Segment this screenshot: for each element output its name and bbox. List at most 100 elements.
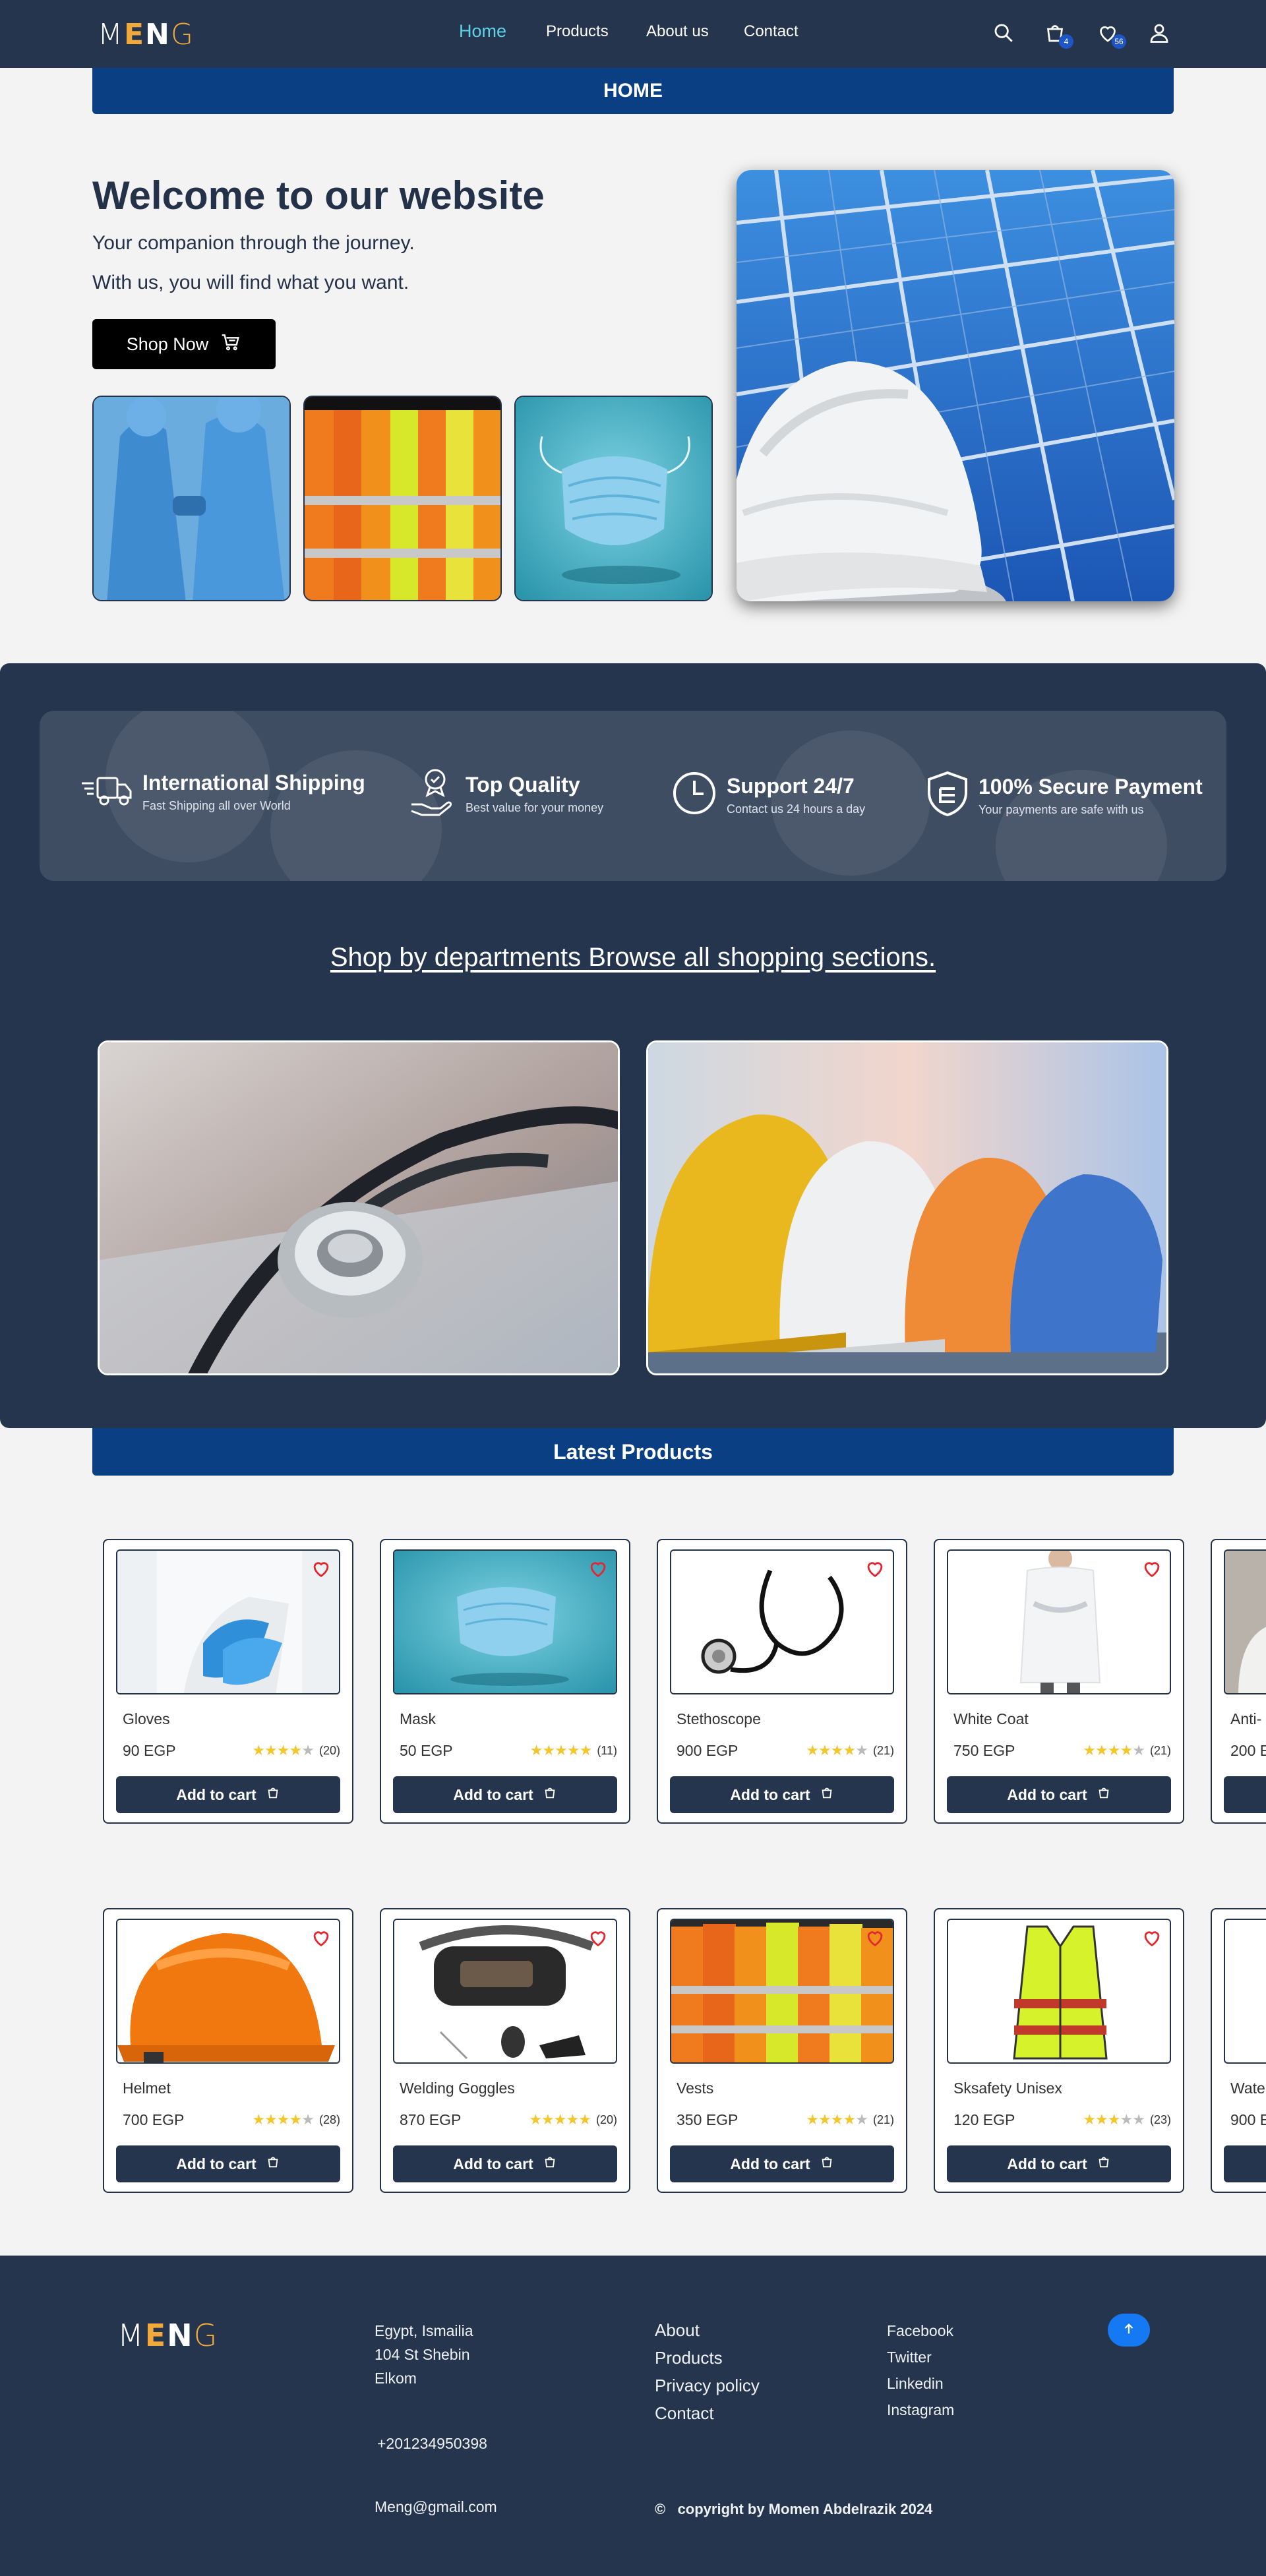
add-to-cart-button[interactable]: Add to cart — [393, 2145, 617, 2182]
add-to-cart-button[interactable]: Add to cart — [947, 1776, 1171, 1813]
product-card-sksafety-unisex[interactable]: Sksafety Unisex 120 EGP ★★★★★ (23) Add to… — [934, 1908, 1184, 2193]
wishlist-heart-icon[interactable] — [587, 1557, 609, 1580]
product-card-stethoscope[interactable]: Stethoscope 900 EGP ★★★★★ (21) Add to car… — [657, 1539, 907, 1824]
product-photo — [1224, 1549, 1266, 1694]
wishlist-heart-icon[interactable] — [310, 1557, 332, 1580]
product-card-mask[interactable]: Mask 50 EGP ★★★★★ (11) Add to cart — [380, 1539, 630, 1824]
product-name: Wate — [1230, 2080, 1265, 2097]
social-link-twitter[interactable]: Twitter — [887, 2344, 954, 2370]
star-icon: ★ — [1095, 2111, 1108, 2128]
product-name: Gloves — [123, 1710, 170, 1727]
add-to-cart-button[interactable]: Add to cart — [670, 1776, 894, 1813]
product-price: 870 EGP — [400, 2111, 462, 2128]
shop-now-button[interactable]: Shop Now — [92, 319, 276, 369]
product-rating: ★★★★★ (23) — [1083, 2111, 1171, 2128]
mask-photo — [393, 1549, 617, 1694]
social-link-instagram[interactable]: Instagram — [887, 2397, 954, 2423]
site-logo[interactable]: M E N G — [98, 18, 195, 51]
feature-title: Support 24/7 — [727, 773, 855, 798]
product-name: Vests — [677, 2080, 714, 2097]
star-icon: ★ — [276, 1742, 290, 1758]
nav-link-about[interactable]: About us — [646, 22, 709, 41]
face-mask-photo — [514, 396, 713, 601]
product-card-vests[interactable]: Vests 350 EGP ★★★★★ (21) Add to cart — [657, 1908, 907, 2193]
shield-icon — [926, 770, 969, 821]
features-departments-section: International Shipping Fast Shipping all… — [0, 663, 1266, 1428]
star-icon: ★ — [1107, 2111, 1121, 2128]
nav-link-contact[interactable]: Contact — [744, 22, 799, 41]
wishlist-heart-icon[interactable] — [1141, 1927, 1163, 1949]
add-to-cart-button[interactable]: Add to cart — [116, 1776, 340, 1813]
vests-photo — [670, 1919, 894, 2064]
feature-title: International Shipping — [142, 770, 365, 794]
product-card-welding-goggles[interactable]: Welding Goggles 870 EGP ★★★★★ (20) Add to… — [380, 1908, 630, 2193]
social-link-facebook[interactable]: Facebook — [887, 2318, 954, 2344]
product-price: 900 E — [1230, 2111, 1266, 2128]
footer-link-products[interactable]: Products — [655, 2344, 760, 2372]
footer-link-contact[interactable]: Contact — [655, 2399, 760, 2427]
product-rating: ★★★★★ (11) — [530, 1742, 617, 1759]
departments-title[interactable]: Shop by departments Browse all shopping … — [0, 943, 1266, 973]
footer-logo[interactable]: M E N G — [117, 2318, 219, 2353]
wishlist-heart-icon[interactable] — [864, 1927, 886, 1949]
feature-subtitle: Fast Shipping all over World — [142, 798, 291, 812]
star-icon: ★ — [855, 1742, 868, 1758]
product-rating: ★★★★★ (28) — [252, 2111, 340, 2128]
nav-link-products[interactable]: Products — [546, 22, 609, 41]
footer-phone[interactable]: +201234950398 — [377, 2435, 487, 2453]
social-link-linkedin[interactable]: Linkedin — [887, 2370, 954, 2397]
gloves-photo — [116, 1549, 340, 1694]
add-to-cart-button[interactable]: Add to cart — [947, 2145, 1171, 2182]
add-to-cart-button[interactable]: Add to cart — [393, 1776, 617, 1813]
add-to-cart-button[interactable]: Add to cart — [116, 2145, 340, 2182]
copyright-text: copyright by Momen Abdelrazik 2024 — [677, 2501, 933, 2517]
star-icon: ★ — [541, 2111, 555, 2128]
star-icon: ★ — [252, 1742, 265, 1758]
helmet-on-solar-panel-photo — [737, 170, 1174, 601]
medical-department-card[interactable] — [98, 1040, 620, 1375]
logo-letter: G — [193, 2318, 219, 2353]
star-icon: ★ — [579, 1742, 593, 1758]
stethoscope-photo — [670, 1549, 894, 1694]
product-card-helmet[interactable]: Helmet 700 EGP ★★★★★ (28) Add to cart — [103, 1908, 353, 2193]
add-to-cart-label: Add to cart — [730, 2155, 810, 2172]
truck-icon — [82, 770, 133, 813]
product-card-partial[interactable]: Anti- 200 E — [1211, 1539, 1266, 1824]
bag-icon — [1097, 2155, 1111, 2173]
scroll-to-top-button[interactable] — [1108, 2314, 1150, 2347]
product-card-white-coat[interactable]: White Coat 750 EGP ★★★★★ (21) Add to cart — [934, 1539, 1184, 1824]
logo-letter: M — [117, 2318, 145, 2353]
helmet-photo — [116, 1919, 340, 2064]
product-card-partial[interactable]: Wate 900 E — [1211, 1908, 1266, 2193]
wishlist-heart-icon[interactable] — [1141, 1557, 1163, 1580]
cart-count-badge: 4 — [1059, 34, 1073, 49]
white-coat-photo — [947, 1549, 1171, 1694]
rating-stars: ★★★★★ — [529, 2111, 591, 2128]
footer-email[interactable]: Meng@gmail.com — [375, 2498, 497, 2516]
product-name: Welding Goggles — [400, 2080, 515, 2097]
search-icon[interactable] — [989, 18, 1018, 47]
star-icon: ★ — [264, 1742, 278, 1758]
product-price: 750 EGP — [953, 1742, 1015, 1759]
top-navbar: M E N G Home Products About us Contact 4… — [0, 0, 1266, 68]
add-to-cart-button[interactable] — [1224, 1776, 1266, 1813]
feature-support: Support 24/7 Contact us 24 hours a day — [671, 770, 865, 820]
add-to-cart-button[interactable] — [1224, 2145, 1266, 2182]
star-icon: ★ — [301, 1742, 315, 1758]
product-card-gloves[interactable]: Gloves 90 EGP ★★★★★ (20) Add to cart — [103, 1539, 353, 1824]
footer-link-about[interactable]: About — [655, 2316, 760, 2344]
user-icon[interactable] — [1145, 18, 1174, 47]
nav-link-home[interactable]: Home — [459, 21, 506, 42]
cart-icon[interactable]: 4 — [1040, 18, 1073, 49]
heart-icon[interactable]: 56 — [1093, 18, 1126, 49]
feature-title: Top Quality — [466, 772, 580, 796]
star-icon: ★ — [555, 1742, 568, 1758]
add-to-cart-label: Add to cart — [176, 2155, 256, 2172]
wishlist-heart-icon[interactable] — [310, 1927, 332, 1949]
wishlist-heart-icon[interactable] — [587, 1927, 609, 1949]
footer-link-privacy[interactable]: Privacy policy — [655, 2372, 760, 2399]
wishlist-heart-icon[interactable] — [864, 1557, 886, 1580]
add-to-cart-button[interactable]: Add to cart — [670, 2145, 894, 2182]
add-to-cart-label: Add to cart — [1007, 2155, 1087, 2172]
safety-helmets-department-card[interactable] — [646, 1040, 1168, 1375]
